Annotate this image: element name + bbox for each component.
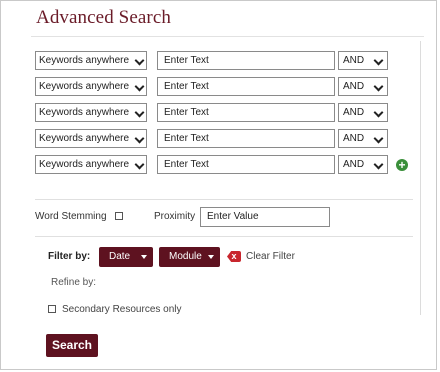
filter-by-label: Filter by: — [48, 251, 91, 262]
title-divider — [31, 36, 424, 37]
search-term-input[interactable]: Enter Text — [157, 103, 335, 122]
operator-select[interactable]: AND — [338, 129, 388, 148]
clear-icon-glyph: x — [231, 251, 237, 261]
search-term-placeholder: Enter Text — [164, 81, 209, 92]
operator-value: AND — [343, 107, 365, 118]
operator-value: AND — [343, 133, 365, 144]
proximity-input[interactable]: Enter Value — [200, 207, 330, 227]
chevron-down-icon — [134, 107, 145, 118]
refine-by-label: Refine by: — [51, 277, 97, 288]
chevron-down-icon — [373, 81, 384, 92]
field-select-value: Keywords anywhere — [39, 81, 130, 92]
operator-select[interactable]: AND — [338, 51, 388, 70]
field-select-value: Keywords anywhere — [39, 107, 130, 118]
chevron-down-icon — [134, 55, 145, 66]
caret-down-icon — [208, 255, 214, 259]
field-select-value: Keywords anywhere — [39, 55, 130, 66]
plus-icon: + — [398, 158, 406, 172]
advanced-search-panel: Advanced Search Keywords anywhere Enter … — [0, 0, 437, 370]
page-title: Advanced Search — [36, 7, 171, 28]
operator-select[interactable]: AND — [338, 155, 388, 174]
search-term-input[interactable]: Enter Text — [157, 77, 335, 96]
operator-select[interactable]: AND — [338, 103, 388, 122]
module-filter-label: Module — [169, 251, 202, 262]
proximity-placeholder: Enter Value — [207, 211, 259, 222]
search-term-input[interactable]: Enter Text — [157, 155, 335, 174]
chevron-down-icon — [373, 107, 384, 118]
search-term-placeholder: Enter Text — [164, 159, 209, 170]
chevron-down-icon — [373, 159, 384, 170]
search-term-input[interactable]: Enter Text — [157, 129, 335, 148]
search-term-placeholder: Enter Text — [164, 133, 209, 144]
options-divider — [35, 199, 413, 200]
search-term-placeholder: Enter Text — [164, 55, 209, 66]
operator-value: AND — [343, 55, 365, 66]
chevron-down-icon — [134, 133, 145, 144]
date-filter-button[interactable]: Date — [99, 247, 153, 267]
date-filter-label: Date — [109, 251, 131, 262]
search-button-label: Search — [51, 338, 93, 352]
field-select[interactable]: Keywords anywhere — [35, 77, 147, 96]
operator-value: AND — [343, 159, 365, 170]
field-select[interactable]: Keywords anywhere — [35, 51, 147, 70]
add-row-button[interactable]: + — [396, 159, 408, 171]
caret-down-icon — [141, 255, 147, 259]
field-select[interactable]: Keywords anywhere — [35, 103, 147, 122]
scroll-track — [420, 41, 421, 315]
chevron-down-icon — [373, 133, 384, 144]
chevron-down-icon — [134, 81, 145, 92]
secondary-resources-label: Secondary Resources only — [62, 304, 182, 315]
secondary-resources-checkbox[interactable] — [48, 305, 56, 313]
filters-divider — [35, 236, 413, 237]
search-button[interactable]: Search — [46, 334, 98, 357]
field-select-value: Keywords anywhere — [39, 159, 130, 170]
chevron-down-icon — [134, 159, 145, 170]
operator-select[interactable]: AND — [338, 77, 388, 96]
field-select[interactable]: Keywords anywhere — [35, 155, 147, 174]
word-stemming-label: Word Stemming — [35, 211, 107, 222]
chevron-down-icon — [373, 55, 384, 66]
operator-value: AND — [343, 81, 365, 92]
field-select[interactable]: Keywords anywhere — [35, 129, 147, 148]
word-stemming-checkbox[interactable] — [115, 212, 123, 220]
clear-filter-link[interactable]: Clear Filter — [246, 251, 295, 262]
search-term-placeholder: Enter Text — [164, 107, 209, 118]
clear-filter-icon[interactable]: x — [227, 251, 241, 262]
search-term-input[interactable]: Enter Text — [157, 51, 335, 70]
module-filter-button[interactable]: Module — [159, 247, 220, 267]
proximity-label: Proximity — [154, 211, 196, 222]
field-select-value: Keywords anywhere — [39, 133, 130, 144]
